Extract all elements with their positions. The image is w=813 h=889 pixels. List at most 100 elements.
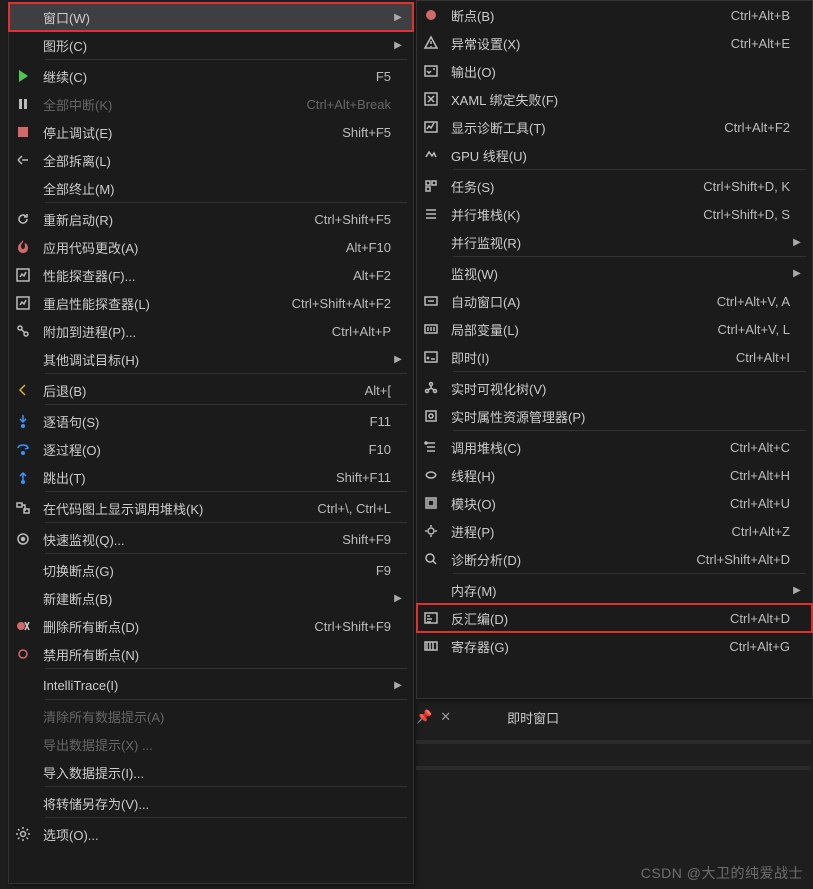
windows-menu-item-parallel-watch[interactable]: 并行监视(R)▶: [417, 228, 812, 256]
menu-item-label: IntelliTrace(I): [37, 678, 391, 693]
debug-menu-item-show-callstack-map[interactable]: 在代码图上显示调用堆栈(K)Ctrl+\, Ctrl+L: [9, 494, 413, 522]
debug-menu-item-intellitrace[interactable]: IntelliTrace(I)▶: [9, 671, 413, 699]
debug-menu-item-terminate-all[interactable]: 全部终止(M): [9, 174, 413, 202]
menu-item-label: 导入数据提示(I)...: [37, 763, 391, 782]
windows-menu-item-modules[interactable]: 模块(O)Ctrl+Alt+U: [417, 489, 812, 517]
menu-item-label: 调用堆栈(C): [445, 438, 710, 457]
windows-menu-item-xaml-bind-fail[interactable]: XAML 绑定失败(F): [417, 85, 812, 113]
windows-menu-item-output[interactable]: 输出(O): [417, 57, 812, 85]
windows-menu-item-autos[interactable]: 自动窗口(A)Ctrl+Alt+V, A: [417, 287, 812, 315]
menu-item-label: 继续(C): [37, 67, 356, 86]
profiler-icon: [9, 267, 37, 283]
menu-item-shortcut: Ctrl+Alt+F2: [704, 120, 790, 135]
menu-item-shortcut: Ctrl+\, Ctrl+L: [297, 501, 391, 516]
debug-menu-item-import-tips[interactable]: 导入数据提示(I)...: [9, 758, 413, 786]
menu-item-shortcut: Ctrl+Shift+F5: [294, 212, 391, 227]
debug-menu-item-new-bp[interactable]: 新建断点(B)▶: [9, 584, 413, 612]
windows-menu-item-tasks[interactable]: 任务(S)Ctrl+Shift+D, K: [417, 172, 812, 200]
windows-menu-item-parallel-stacks[interactable]: 并行堆栈(K)Ctrl+Shift+D, S: [417, 200, 812, 228]
menu-item-label: 全部中断(K): [37, 95, 286, 114]
menu-item-label: 逐过程(O): [37, 440, 349, 459]
menu-item-shortcut: F5: [356, 69, 391, 84]
prop-icon: [417, 408, 445, 424]
debug-menu-item-options[interactable]: 选项(O)...: [9, 820, 413, 848]
windows-menu-item-live-vtree[interactable]: 实时可视化树(V): [417, 374, 812, 402]
submenu-arrow-icon: ▶: [790, 585, 804, 596]
windows-menu-item-diag-tools[interactable]: 显示诊断工具(T)Ctrl+Alt+F2: [417, 113, 812, 141]
menu-item-shortcut: Ctrl+Alt+G: [709, 639, 790, 654]
pstack-icon: [417, 206, 445, 222]
debug-menu-item-restart-perf[interactable]: 重启性能探查器(L)Ctrl+Shift+Alt+F2: [9, 289, 413, 317]
menu-item-label: 实时可视化树(V): [445, 379, 790, 398]
debug-menu-item-toggle-bp[interactable]: 切换断点(G)F9: [9, 556, 413, 584]
debug-menu-item-step-into[interactable]: 逐语句(S)F11: [9, 407, 413, 435]
submenu-arrow-icon: ▶: [391, 593, 405, 604]
debug-menu-item-attach-process[interactable]: 附加到进程(P)...Ctrl+Alt+P: [9, 317, 413, 345]
menu-item-label: 模块(O): [445, 494, 710, 513]
debug-menu-item-apply-code[interactable]: 应用代码更改(A)Alt+F10: [9, 233, 413, 261]
windows-menu-item-breakpoints[interactable]: 断点(B)Ctrl+Alt+B: [417, 1, 812, 29]
debug-menu-item-disable-bp[interactable]: 禁用所有断点(N): [9, 640, 413, 668]
windows-menu-item-immediate[interactable]: 即时(I)Ctrl+Alt+I: [417, 343, 812, 371]
submenu-arrow-icon: ▶: [790, 268, 804, 279]
map-icon: [9, 500, 37, 516]
menu-item-label: 禁用所有断点(N): [37, 645, 391, 664]
tasks-icon: [417, 178, 445, 194]
windows-menu-item-live-prop[interactable]: 实时属性资源管理器(P): [417, 402, 812, 430]
debug-menu-item-quickwatch[interactable]: 快速监视(Q)...Shift+F9: [9, 525, 413, 553]
delete-bp-icon: [9, 618, 37, 634]
menu-item-shortcut: Ctrl+Alt+E: [711, 36, 790, 51]
windows-menu-item-callstack[interactable]: 调用堆栈(C)Ctrl+Alt+C: [417, 433, 812, 461]
stop-icon: [9, 124, 37, 140]
menu-item-shortcut: F10: [349, 442, 391, 457]
menu-item-label: 重新启动(R): [37, 210, 294, 229]
menu-item-label: 内存(M): [445, 581, 790, 600]
windows-menu-item-threads[interactable]: 线程(H)Ctrl+Alt+H: [417, 461, 812, 489]
menu-item-shortcut: Ctrl+Shift+D, K: [683, 179, 790, 194]
menu-item-label: 跳出(T): [37, 468, 316, 487]
menu-item-label: 重启性能探查器(L): [37, 294, 272, 313]
windows-menu-item-registers[interactable]: 寄存器(G)Ctrl+Alt+G: [417, 632, 812, 660]
debug-menu-item-perf-profiler[interactable]: 性能探查器(F)...Alt+F2: [9, 261, 413, 289]
windows-menu-item-disassembly[interactable]: 反汇编(D)Ctrl+Alt+D: [417, 604, 812, 632]
menu-item-shortcut: Ctrl+Alt+V, A: [697, 294, 790, 309]
windows-menu-item-watch[interactable]: 监视(W)▶: [417, 259, 812, 287]
windows-menu-item-exception-settings[interactable]: 异常设置(X)Ctrl+Alt+E: [417, 29, 812, 57]
menu-item-label: 异常设置(X): [445, 34, 711, 53]
menu-item-shortcut: Shift+F5: [322, 125, 391, 140]
menu-item-label: 显示诊断工具(T): [445, 118, 704, 137]
menu-item-label: 窗口(W): [37, 8, 391, 27]
menu-item-label: 删除所有断点(D): [37, 617, 294, 636]
windows-menu-item-processes[interactable]: 进程(P)Ctrl+Alt+Z: [417, 517, 812, 545]
diag-icon: [417, 119, 445, 135]
debug-menu-item-save-dump[interactable]: 将转储另存为(V)...: [9, 789, 413, 817]
watermark-text: CSDN @大卫的纯爱战士: [641, 863, 803, 883]
debug-menu-item-other-targets[interactable]: 其他调试目标(H)▶: [9, 345, 413, 373]
windows-menu-item-locals[interactable]: 局部变量(L)Ctrl+Alt+V, L: [417, 315, 812, 343]
debug-menu-item-delete-bp[interactable]: 删除所有断点(D)Ctrl+Shift+F9: [9, 612, 413, 640]
menu-item-label: 附加到进程(P)...: [37, 322, 312, 341]
menu-item-label: 后退(B): [37, 381, 345, 400]
debug-menu-item-step-out[interactable]: 跳出(T)Shift+F11: [9, 463, 413, 491]
menu-item-label: 全部终止(M): [37, 179, 391, 198]
immediate-window-panel-header: 📌 ✕ 即时窗口: [416, 705, 559, 729]
pin-icon[interactable]: 📌: [416, 709, 432, 725]
debug-menu-item-stop-debug[interactable]: 停止调试(E)Shift+F5: [9, 118, 413, 146]
windows-menu-item-memory[interactable]: 内存(M)▶: [417, 576, 812, 604]
debug-menu-item-step-back[interactable]: 后退(B)Alt+[: [9, 376, 413, 404]
debug-menu-item-window[interactable]: 窗口(W)▶: [9, 3, 413, 31]
menu-item-label: 输出(O): [445, 62, 790, 81]
windows-menu-item-diag-analysis[interactable]: 诊断分析(D)Ctrl+Shift+Alt+D: [417, 545, 812, 573]
menu-item-label: 切换断点(G): [37, 561, 356, 580]
menu-item-shortcut: Alt+F10: [326, 240, 391, 255]
debug-menu-item-continue[interactable]: 继续(C)F5: [9, 62, 413, 90]
menu-item-label: 清除所有数据提示(A): [37, 707, 391, 726]
debug-menu-item-restart[interactable]: 重新启动(R)Ctrl+Shift+F5: [9, 205, 413, 233]
close-icon[interactable]: ✕: [440, 709, 451, 725]
debug-menu-item-detach-all[interactable]: 全部拆离(L): [9, 146, 413, 174]
debug-menu-item-step-over[interactable]: 逐过程(O)F10: [9, 435, 413, 463]
windows-menu-item-gpu-threads[interactable]: GPU 线程(U): [417, 141, 812, 169]
menu-item-shortcut: Ctrl+Alt+U: [710, 496, 790, 511]
disable-bp-icon: [9, 646, 37, 662]
debug-menu-item-graphics[interactable]: 图形(C)▶: [9, 31, 413, 59]
